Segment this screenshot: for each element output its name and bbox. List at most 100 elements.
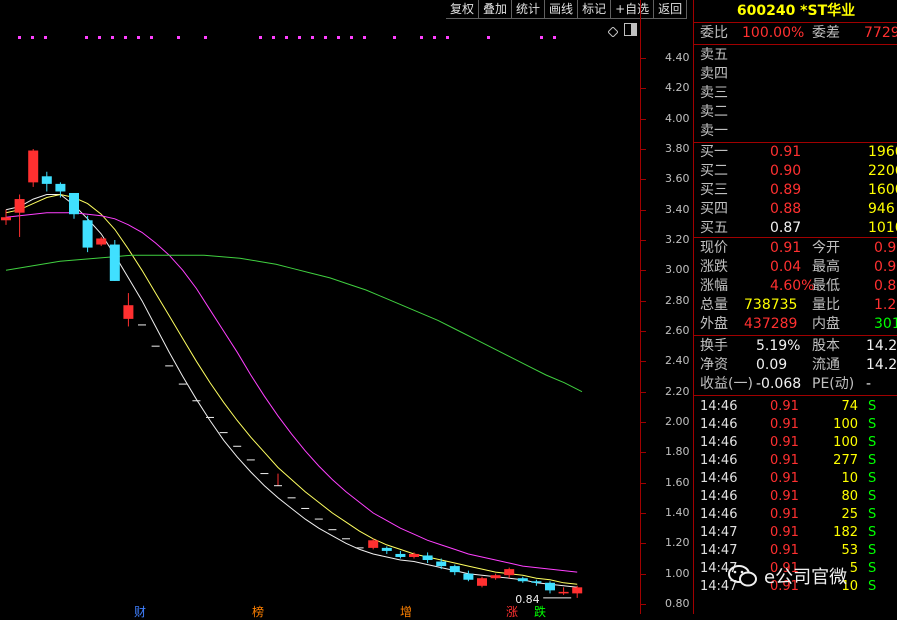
event-marker [31, 36, 34, 39]
tick-row[interactable]: 14:46 0.91 10 S [694, 470, 897, 488]
tick-time: 14:47 [700, 525, 738, 540]
chart-bottom-marker[interactable]: 财 [134, 603, 146, 620]
tick-row[interactable]: 14:46 0.91 100 S [694, 416, 897, 434]
tick-price: 0.91 [770, 417, 799, 432]
axis-tick-label: 0.80 [665, 597, 690, 610]
event-marker [350, 36, 353, 39]
event-marker [393, 36, 396, 39]
buy-level-volume: 2206 [868, 163, 897, 179]
chart-bottom-marker[interactable]: 跌 [534, 603, 546, 620]
axis-tick-mark [641, 118, 646, 120]
tick-volume: 100 [833, 435, 858, 450]
event-marker [177, 36, 180, 39]
quote-label: 最高 [812, 259, 840, 275]
quote-value: 0.8 [874, 278, 897, 294]
sell-level-row: 卖四 [694, 65, 897, 84]
fundamental-value: - [866, 376, 872, 392]
candle-body [96, 238, 107, 245]
candle-body [109, 244, 120, 281]
quote-panel: 600240 *ST华业 委比 100.00% 委差 7729 卖五 卖四 卖三 卖二… [693, 0, 897, 614]
buy-level-volume: 1010 [868, 220, 897, 236]
candle-body [1, 217, 11, 221]
tick-row[interactable]: 14:46 0.91 25 S [694, 506, 897, 524]
event-marker [446, 36, 449, 39]
chart-bottom-marker[interactable]: 榜 [252, 603, 264, 620]
tick-volume: 277 [833, 453, 858, 468]
quote-label: 最低 [812, 278, 840, 294]
fundamental-label: PE(动) [812, 376, 855, 392]
axis-tick-mark [641, 300, 646, 302]
event-marker [553, 36, 556, 39]
axis-tick-mark [641, 361, 646, 363]
price-axis: 4.40 4.20 4.00 3.80 3.60 3.40 3.20 3.00 2.80 2.60… [640, 0, 693, 614]
tick-time: 14:46 [700, 489, 738, 504]
buy-level-label: 买四 [700, 201, 728, 217]
tick-price: 0.91 [770, 435, 799, 450]
candle-body [123, 305, 134, 319]
axis-tick-label: 3.60 [665, 172, 690, 186]
candle-body [558, 591, 569, 594]
fundamental-label: 净资 [700, 357, 728, 373]
tick-side: S [868, 507, 877, 522]
quote-value: 4.60% [770, 278, 815, 294]
tick-volume: 25 [841, 507, 858, 522]
tick-row[interactable]: 14:46 0.91 277 S [694, 452, 897, 470]
quote-row: 外盘 437289 内盘 30144 [694, 315, 897, 334]
tick-price: 0.91 [770, 471, 799, 486]
tick-volume: 80 [841, 489, 858, 504]
quote-value: 30144 [874, 316, 897, 332]
axis-tick-label: 2.20 [665, 384, 690, 398]
candle-body [422, 555, 433, 561]
candle-body [490, 575, 501, 579]
event-marker [111, 36, 114, 39]
axis-tick-label: 3.80 [665, 142, 690, 155]
sell-level-label: 卖三 [700, 85, 728, 101]
moving-average-line [5, 254, 583, 393]
axis-tick-mark [641, 331, 646, 332]
chart-bottom-marker[interactable]: 涨 [506, 603, 518, 620]
tick-side: S [868, 453, 877, 468]
sell-level-row: 卖二 [694, 103, 897, 122]
tick-volume: 74 [841, 399, 858, 414]
axis-tick-mark [641, 391, 646, 393]
candle-body [449, 566, 460, 573]
chart-bottom-marker[interactable]: 增 [400, 603, 412, 620]
axis-tick-mark [641, 179, 646, 181]
tick-row[interactable]: 14:46 0.91 74 S [694, 398, 897, 416]
diff-label: 委差 [812, 25, 840, 41]
quote-value: 738735 [744, 297, 798, 313]
event-marker [433, 36, 436, 39]
candle-body [69, 192, 79, 215]
axis-tick-mark [641, 240, 646, 241]
buy-level-label: 买一 [700, 144, 728, 160]
sell-level-row: 卖一 [694, 122, 897, 141]
fundamental-value: -0.068 [756, 376, 802, 392]
tick-time: 14:46 [700, 507, 738, 522]
event-marker [363, 36, 366, 39]
tick-time: 14:46 [700, 453, 738, 468]
tick-price: 0.91 [770, 399, 799, 414]
event-marker [150, 36, 153, 39]
candle-body [531, 581, 542, 583]
tick-row[interactable]: 14:46 0.91 100 S [694, 434, 897, 452]
stock-title: 600240 *ST华业 [736, 3, 856, 19]
buy-level-price: 0.89 [770, 182, 802, 198]
tick-row[interactable]: 14:46 0.91 80 S [694, 488, 897, 506]
committee-row: 委比 100.00% 委差 7729 [694, 24, 897, 43]
candle-body [504, 569, 515, 576]
buy-level-label: 买五 [700, 220, 728, 236]
tick-row[interactable]: 14:47 0.91 182 S [694, 524, 897, 542]
axis-tick-label: 4.20 [665, 81, 690, 95]
kline-chart[interactable]: 0.84 [0, 0, 640, 614]
tick-side: S [868, 489, 877, 504]
quote-label: 涨幅 [700, 278, 728, 294]
divider [694, 22, 897, 23]
axis-tick-label: 1.60 [665, 475, 690, 489]
watermark: e公司官微 [728, 556, 878, 596]
tick-side: S [868, 525, 877, 540]
event-marker [487, 36, 490, 39]
candle-body [572, 587, 583, 594]
candle-body [545, 582, 555, 591]
tick-price: 0.91 [770, 489, 799, 504]
quote-label: 现价 [700, 240, 728, 256]
